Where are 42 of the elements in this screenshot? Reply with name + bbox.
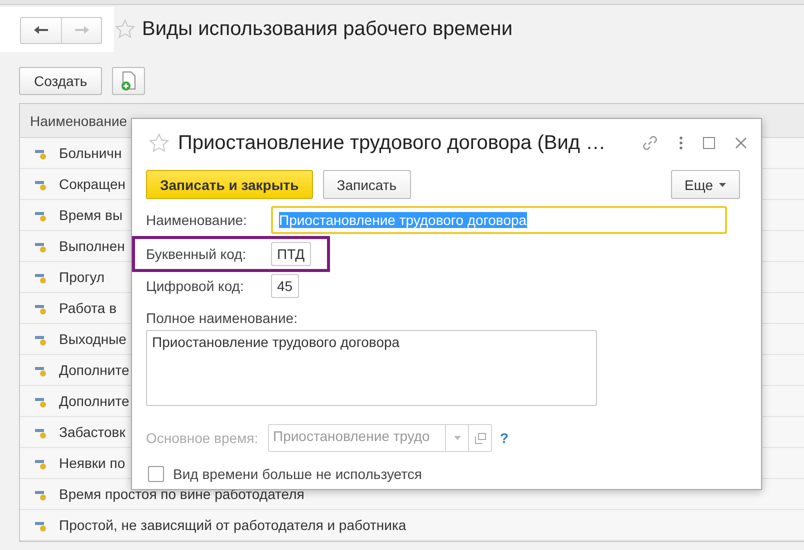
code-field[interactable]: ПТД bbox=[271, 242, 311, 266]
more-button[interactable]: Еще bbox=[670, 170, 740, 199]
list-item[interactable]: Работа в bbox=[59, 300, 117, 316]
create-button[interactable]: Создать bbox=[19, 67, 102, 95]
field-label: Вид времени больше не используется bbox=[173, 466, 422, 482]
list-item[interactable]: Забастовк bbox=[59, 424, 126, 440]
document-plus-icon bbox=[120, 71, 138, 91]
list-item[interactable]: Дополните bbox=[59, 393, 130, 409]
field-label: Полное наименование: bbox=[146, 310, 298, 326]
star-icon[interactable] bbox=[114, 18, 136, 40]
dropdown-icon[interactable] bbox=[454, 436, 460, 440]
maximize-icon[interactable] bbox=[703, 137, 715, 149]
add-document-button[interactable] bbox=[112, 67, 146, 95]
full-name-field[interactable]: Приостановление трудового договора bbox=[146, 330, 597, 406]
star-icon[interactable] bbox=[148, 132, 170, 154]
list-item[interactable]: Время вы bbox=[59, 207, 123, 223]
list-item[interactable]: Прогул bbox=[59, 269, 105, 285]
link-icon[interactable] bbox=[641, 134, 659, 152]
list-item[interactable]: Больничн bbox=[59, 145, 122, 161]
close-icon[interactable] bbox=[735, 137, 747, 149]
code-field[interactable]: 45 bbox=[271, 274, 299, 298]
left-arrow-icon bbox=[33, 25, 49, 35]
save-button[interactable]: Записать bbox=[322, 170, 411, 199]
page-title: Виды использования рабочего времени bbox=[142, 18, 513, 40]
right-arrow-icon bbox=[74, 25, 90, 35]
field-label: Наименование: bbox=[146, 212, 248, 228]
list-item[interactable]: Неявки по bbox=[59, 455, 126, 471]
list-item[interactable]: Сокращен bbox=[59, 176, 126, 192]
dialog-title: Приостановление трудового договора (Вид … bbox=[178, 132, 607, 154]
field-label: Основное время: bbox=[146, 430, 260, 446]
list-item[interactable]: Дополните bbox=[59, 362, 130, 378]
field-label: Буквенный код: bbox=[146, 246, 248, 262]
open-window-icon[interactable] bbox=[474, 432, 486, 444]
save-and-close-button[interactable]: Записать и закрыть bbox=[146, 170, 313, 199]
more-vertical-icon[interactable] bbox=[679, 136, 683, 150]
list-item[interactable]: Время простоя по вине работодателя bbox=[59, 486, 304, 502]
checkbox[interactable] bbox=[148, 466, 164, 482]
caret-icon bbox=[719, 182, 726, 186]
field-label: Цифровой код: bbox=[146, 278, 245, 294]
list-item[interactable]: Выходные bbox=[59, 331, 126, 347]
list-item[interactable]: Выполнен bbox=[59, 238, 125, 254]
column-header[interactable]: Наименование bbox=[30, 112, 128, 128]
